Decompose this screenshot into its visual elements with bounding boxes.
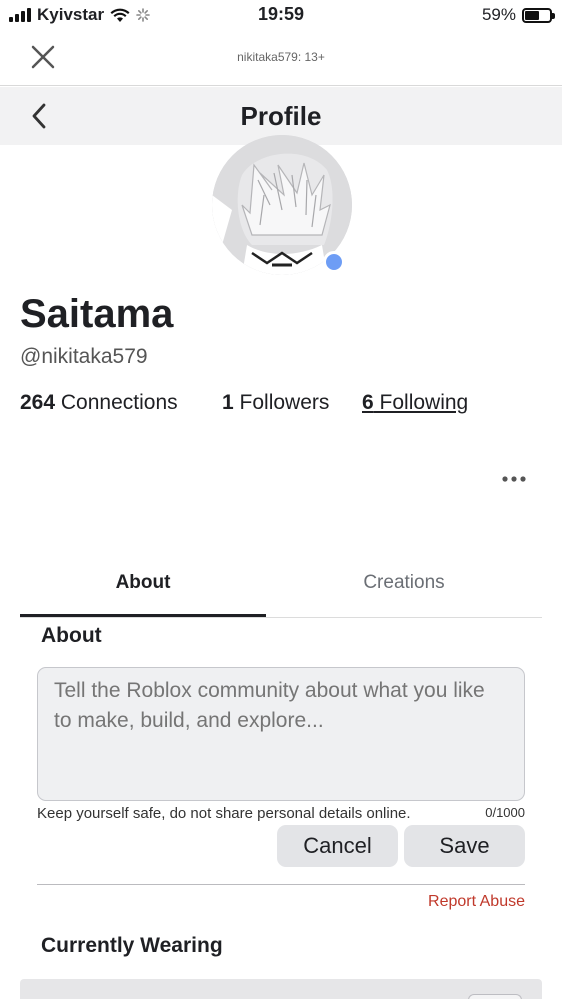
connections-link[interactable]: 264 Connections	[20, 391, 222, 415]
profile-tabs: About Creations	[20, 560, 542, 618]
char-count: 0/1000	[485, 805, 525, 820]
followers-label: Followers	[233, 391, 330, 414]
username: @nikitaka579	[20, 345, 148, 368]
url-label: nikitaka579: 13+	[237, 50, 325, 64]
following-link[interactable]: 6 Following	[362, 391, 468, 415]
about-heading: About	[41, 624, 102, 647]
status-bar: Kyivstar 19:59 59%	[0, 0, 562, 30]
online-status-badge	[323, 251, 345, 273]
battery-icon	[522, 7, 555, 23]
safety-note: Keep yourself safe, do not share persona…	[37, 805, 411, 822]
battery-fill	[525, 10, 540, 20]
status-right: 59%	[481, 5, 555, 25]
currently-wearing-heading: Currently Wearing	[41, 934, 223, 957]
save-button[interactable]: Save	[404, 825, 525, 867]
wearing-toggle[interactable]	[468, 994, 522, 999]
battery-percent: 59%	[481, 5, 516, 24]
tab-creations[interactable]: Creations	[266, 560, 542, 617]
report-abuse-link[interactable]: Report Abuse	[428, 893, 525, 911]
followers-link[interactable]: 1 Followers	[222, 391, 362, 415]
profile-stats: 264 Connections 1 Followers 6 Following	[20, 391, 468, 415]
following-count: 6	[362, 391, 374, 414]
more-options-icon[interactable]	[500, 470, 528, 488]
tab-about[interactable]: About	[20, 560, 266, 617]
connections-count: 264	[20, 391, 56, 414]
browser-bar: nikitaka579: 13+	[0, 30, 562, 86]
display-name: Saitama	[20, 292, 174, 336]
connections-label: Connections	[55, 391, 178, 414]
divider	[37, 884, 525, 885]
page-title: Profile	[240, 101, 322, 131]
about-input[interactable]	[37, 667, 525, 801]
currently-wearing-panel	[20, 979, 542, 999]
following-label: Following	[373, 391, 469, 414]
status-time: 19:59	[257, 4, 305, 24]
cancel-button[interactable]: Cancel	[277, 825, 398, 867]
followers-count: 1	[222, 391, 234, 414]
